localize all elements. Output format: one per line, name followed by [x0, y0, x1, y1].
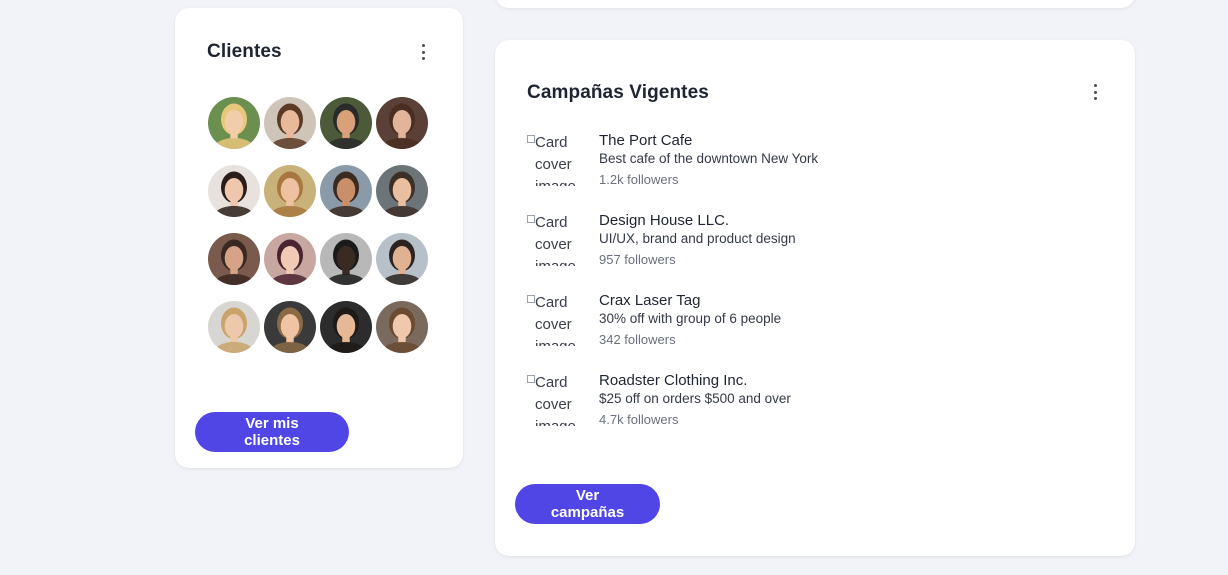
client-avatar[interactable]: [262, 163, 318, 219]
avatar-photo-icon: [264, 165, 316, 217]
clients-card: Clientes Ver mis clientes: [175, 8, 463, 468]
client-avatar[interactable]: [318, 231, 374, 287]
avatar-photo-icon: [208, 233, 260, 285]
campaigns-title: Campañas Vigentes: [527, 82, 709, 103]
avatar-photo-icon: [376, 233, 428, 285]
campaign-name: Crax Laser Tag: [599, 292, 701, 309]
client-avatar-grid: [206, 95, 430, 355]
avatar-photo-icon: [264, 301, 316, 353]
campaigns-more-options-icon[interactable]: [1090, 84, 1100, 100]
campaign-item[interactable]: Card cover image Design House LLC. UI/UX…: [527, 212, 1087, 292]
avatar-photo-icon: [264, 233, 316, 285]
client-avatar[interactable]: [374, 163, 430, 219]
avatar-photo-icon: [208, 165, 260, 217]
campaign-followers: 4.7k followers: [599, 412, 679, 427]
campaign-cover-image: Card cover image: [527, 212, 583, 266]
campaign-item[interactable]: Card cover image Roadster Clothing Inc. …: [527, 372, 1087, 452]
campaign-followers: 1.2k followers: [599, 172, 679, 187]
campaign-description: UI/UX, brand and product design: [599, 231, 796, 246]
clients-more-options-icon[interactable]: [418, 44, 428, 60]
clients-title: Clientes: [207, 41, 282, 62]
campaign-cover-image: Card cover image: [527, 132, 583, 186]
client-avatar[interactable]: [318, 95, 374, 151]
campaign-name: Roadster Clothing Inc.: [599, 372, 748, 389]
client-avatar[interactable]: [374, 95, 430, 151]
client-avatar[interactable]: [374, 299, 430, 355]
avatar-photo-icon: [320, 233, 372, 285]
campaign-cover-image: Card cover image: [527, 292, 583, 346]
campaign-followers: 342 followers: [599, 332, 676, 347]
campaign-followers: 957 followers: [599, 252, 676, 267]
avatar-photo-icon: [320, 97, 372, 149]
avatar-photo-icon: [208, 97, 260, 149]
campaign-item[interactable]: Card cover image The Port Cafe Best cafe…: [527, 132, 1087, 212]
campaign-description: $25 off on orders $500 and over: [599, 391, 791, 406]
client-avatar[interactable]: [318, 163, 374, 219]
top-card-partial: [495, 0, 1135, 8]
client-avatar[interactable]: [374, 231, 430, 287]
view-campaigns-button[interactable]: Ver campañas: [515, 484, 660, 524]
client-avatar[interactable]: [206, 231, 262, 287]
avatar-photo-icon: [320, 301, 372, 353]
client-avatar[interactable]: [206, 299, 262, 355]
campaign-name: The Port Cafe: [599, 132, 693, 149]
avatar-photo-icon: [320, 165, 372, 217]
avatar-photo-icon: [376, 301, 428, 353]
avatar-photo-icon: [264, 97, 316, 149]
client-avatar[interactable]: [262, 231, 318, 287]
client-avatar[interactable]: [206, 163, 262, 219]
client-avatar[interactable]: [262, 299, 318, 355]
campaign-list: Card cover image The Port Cafe Best cafe…: [527, 132, 1087, 452]
avatar-photo-icon: [376, 97, 428, 149]
campaign-item[interactable]: Card cover image Crax Laser Tag 30% off …: [527, 292, 1087, 372]
avatar-photo-icon: [208, 301, 260, 353]
campaign-name: Design House LLC.: [599, 212, 730, 229]
campaign-description: 30% off with group of 6 people: [599, 311, 782, 326]
campaign-description: Best cafe of the downtown New York: [599, 151, 819, 166]
avatar-photo-icon: [376, 165, 428, 217]
campaign-cover-image: Card cover image: [527, 372, 583, 426]
view-clients-button[interactable]: Ver mis clientes: [195, 412, 349, 452]
client-avatar[interactable]: [318, 299, 374, 355]
client-avatar[interactable]: [206, 95, 262, 151]
campaigns-card: Campañas Vigentes Card cover image The P…: [495, 40, 1135, 556]
client-avatar[interactable]: [262, 95, 318, 151]
